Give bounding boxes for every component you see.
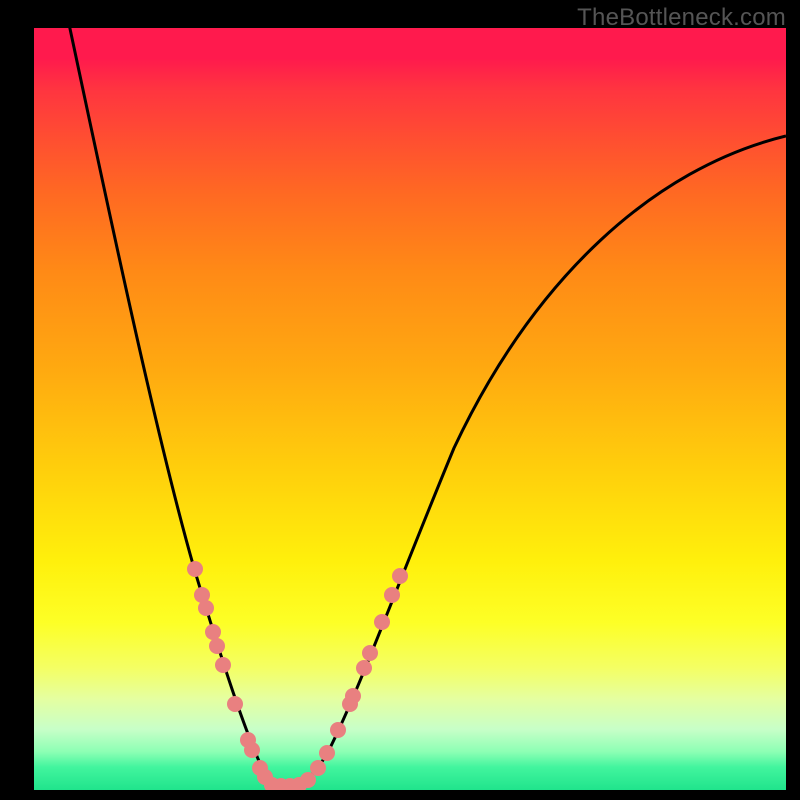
data-dot [319,745,335,761]
data-dot [392,568,408,584]
data-dot [227,696,243,712]
data-dot [244,742,260,758]
data-dot [215,657,231,673]
data-dots-right [310,568,408,776]
data-dot [209,638,225,654]
curve-left [69,28,278,786]
data-dot [374,614,390,630]
data-dot [345,688,361,704]
data-dot [330,722,346,738]
bottleneck-curve-svg [34,28,786,790]
data-dot [187,561,203,577]
data-dots-left [187,561,273,785]
data-dot [198,600,214,616]
data-dot [300,772,316,788]
watermark-text: TheBottleneck.com [577,4,786,32]
data-dot [205,624,221,640]
data-dot [362,645,378,661]
chart-plot-area [34,28,786,790]
data-dot [384,587,400,603]
curve-right [292,136,786,786]
data-dot [356,660,372,676]
